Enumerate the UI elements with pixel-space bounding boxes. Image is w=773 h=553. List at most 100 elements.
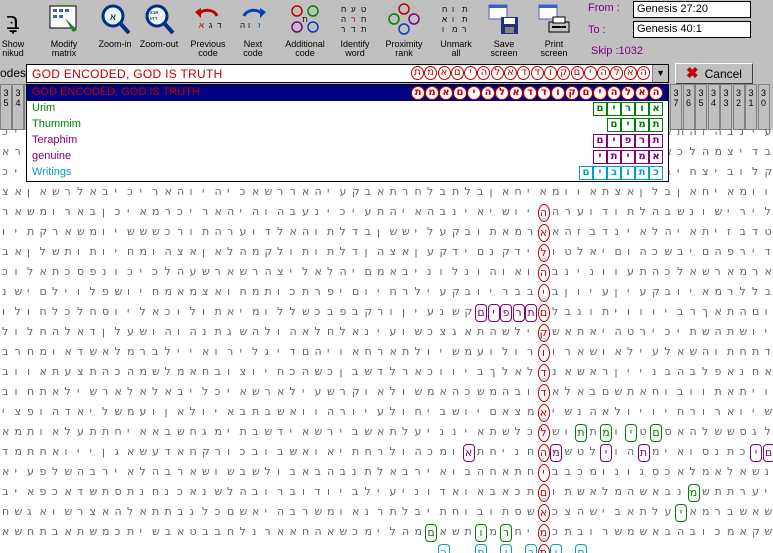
toolbar-button-label: Print screen (540, 39, 568, 58)
code-option-letter: ם (579, 86, 593, 100)
term-letter-box[interactable]: א (462, 444, 475, 462)
svg-text:ט: ט (361, 5, 366, 14)
code-option[interactable]: genuine א מ י ת י (27, 149, 668, 165)
term-letter-box[interactable]: כ (437, 544, 450, 553)
code-option[interactable]: Urim א ו ר י ם (27, 101, 668, 117)
code-letter-circle[interactable]: ד (537, 384, 550, 402)
toolbar-button-label: Modify matrix (50, 39, 78, 58)
code-letter-circle[interactable]: ל (537, 244, 550, 262)
from-field[interactable]: Genesis 27:20 (633, 1, 751, 18)
identify-word-button[interactable]: ח ע ט ה ח ר ד ת ר Identify word (333, 0, 377, 60)
print-screen-button[interactable]: Print screen (530, 0, 578, 60)
term-letter-box[interactable]: ר (512, 304, 525, 322)
code-option[interactable]: GOD ENCODED, GOD IS TRUTH ה א ל ה י ם ק ו ד ד א ל ה י ם… (27, 85, 668, 101)
code-letter-circle[interactable]: ו (537, 344, 550, 362)
svg-text:ו: ו (452, 15, 454, 24)
svg-text:ד: ד (217, 21, 222, 30)
code-option[interactable]: Writings כ ת ו ב י ם (27, 165, 668, 181)
to-field[interactable]: Genesis 40:1 (633, 21, 751, 38)
code-letter-circle[interactable]: ת (537, 544, 550, 553)
code-option[interactable]: Thummim ת מ י ם (27, 117, 668, 133)
term-letter-box[interactable]: ו (500, 544, 512, 553)
code-letter: א (437, 66, 451, 80)
term-letter-box[interactable]: ב (525, 544, 537, 553)
code-letter-circle[interactable]: י (537, 464, 550, 482)
code-letter-circle[interactable]: ה (537, 264, 550, 282)
code-option-letter: ר (635, 134, 649, 148)
term-letter-box[interactable]: ת (575, 424, 587, 442)
term-letter-box[interactable]: ר (500, 524, 512, 542)
svg-text:ר: ר (462, 25, 466, 34)
code-letter: ק (557, 66, 571, 80)
bible-code-window: בָּ Show nikud Modify matrix א Zoom-in אבג דהו… (0, 0, 773, 553)
term-letter-box[interactable]: מ (550, 444, 562, 462)
letter-matrix[interactable]: כיאמרכיהקרהיהוהאלהיךלפניויאמריצחקאליעקבג… (0, 125, 773, 553)
code-select[interactable]: GOD ENCODED, GOD IS TRUTH האלהיםקודדאלהי… (26, 64, 669, 83)
term-letter-box[interactable]: ת (525, 304, 537, 322)
close-icon: ✖ (686, 65, 699, 82)
code-letter-circle[interactable]: ק (537, 324, 550, 342)
zoom-out-button[interactable]: אבג דהו Zoom-out (137, 0, 181, 60)
code-letter-circle[interactable]: ה (537, 444, 550, 462)
toolbar-button-label: Identify word (340, 39, 370, 58)
code-letter-circle[interactable]: מ (537, 524, 550, 542)
dropdown-arrow-icon[interactable]: ▼ (652, 65, 668, 82)
skip-value: Skip :1032 (591, 45, 643, 57)
code-option-letter: י (621, 150, 635, 164)
code-letter-circle[interactable]: י (537, 284, 550, 302)
code-option-letter: י (467, 86, 481, 100)
code-select-value: GOD ENCODED, GOD IS TRUTH (32, 67, 223, 81)
svg-text:ח: ח (341, 5, 346, 14)
matrix-button[interactable]: Modify matrix (44, 0, 84, 60)
code-letter: ו (543, 66, 557, 80)
code-option[interactable]: Teraphim ת ר פ י ם (27, 133, 668, 149)
code-option-letter: מ (635, 150, 649, 164)
proximity-button[interactable]: Proximity rank (379, 0, 429, 60)
additional-code-button[interactable]: ת Additional code (280, 0, 330, 60)
term-letter-box[interactable]: י (750, 444, 762, 462)
code-option-letter: ם (593, 102, 607, 116)
code-letter-circle[interactable]: ם (537, 304, 550, 322)
term-letter-box[interactable]: ם (475, 304, 487, 322)
svg-text:ו: ו (248, 21, 250, 30)
term-letter-box[interactable]: י (600, 444, 612, 462)
unmark-button[interactable]: ח ו ת א ו ת ו מ ר Unmark all (434, 0, 478, 60)
code-letter-circle[interactable]: א (537, 504, 550, 522)
term-letter-box[interactable]: ם (650, 424, 662, 442)
code-letter-circle[interactable]: א (537, 404, 550, 422)
code-option-letter: י (593, 86, 607, 100)
next-code-button[interactable]: ה ו ז Next code (231, 0, 275, 60)
term-letter-box[interactable]: י (487, 304, 500, 322)
code-letter-circle[interactable]: א (537, 224, 550, 242)
term-letter-box[interactable]: ם (575, 544, 587, 553)
term-letter-box[interactable]: ת (637, 444, 650, 462)
code-letter: ה (637, 66, 650, 80)
code-letter-circle[interactable]: ה (537, 204, 550, 222)
svg-text:ת: ת (361, 25, 367, 34)
save-screen-button[interactable]: Save screen (481, 0, 527, 60)
term-letter-box[interactable]: ם (425, 524, 437, 542)
term-letter-box[interactable]: ו (475, 524, 487, 542)
code-letter: ה (597, 66, 611, 80)
term-letter-box[interactable]: מ (600, 424, 612, 442)
code-option-letter: ה (607, 86, 621, 100)
term-letter-box[interactable]: מ (687, 484, 700, 502)
svg-text:בָּ: בָּ (6, 7, 20, 35)
code-letter-circle[interactable]: ד (537, 364, 550, 382)
term-letter-box[interactable]: י (550, 544, 562, 553)
term-letter-box[interactable]: פ (500, 304, 512, 322)
code-dropdown-list[interactable]: GOD ENCODED, GOD IS TRUTH ה א ל ה י ם ק ו ד ד א ל ה י ם… (26, 84, 669, 182)
term-letter-box[interactable]: ת (475, 544, 487, 553)
zoom-in-button[interactable]: א Zoom-in (93, 0, 137, 60)
code-letter-circle[interactable]: ם (537, 484, 550, 502)
previous-code-button[interactable]: א ג ד Previous code (186, 0, 230, 60)
toolbar-button-label: Next code (243, 39, 263, 58)
cancel-button[interactable]: ✖ Cancel (675, 63, 753, 84)
nikud-button[interactable]: בָּ Show nikud (0, 0, 26, 60)
additional-code-icon: ת (288, 2, 322, 36)
code-letter-circle[interactable]: ל (537, 424, 550, 442)
term-letter-box[interactable]: ם (762, 444, 773, 462)
term-letter-box[interactable]: י (675, 504, 687, 522)
term-letter-box[interactable]: י (625, 424, 637, 442)
svg-text:ו: ו (452, 5, 454, 14)
